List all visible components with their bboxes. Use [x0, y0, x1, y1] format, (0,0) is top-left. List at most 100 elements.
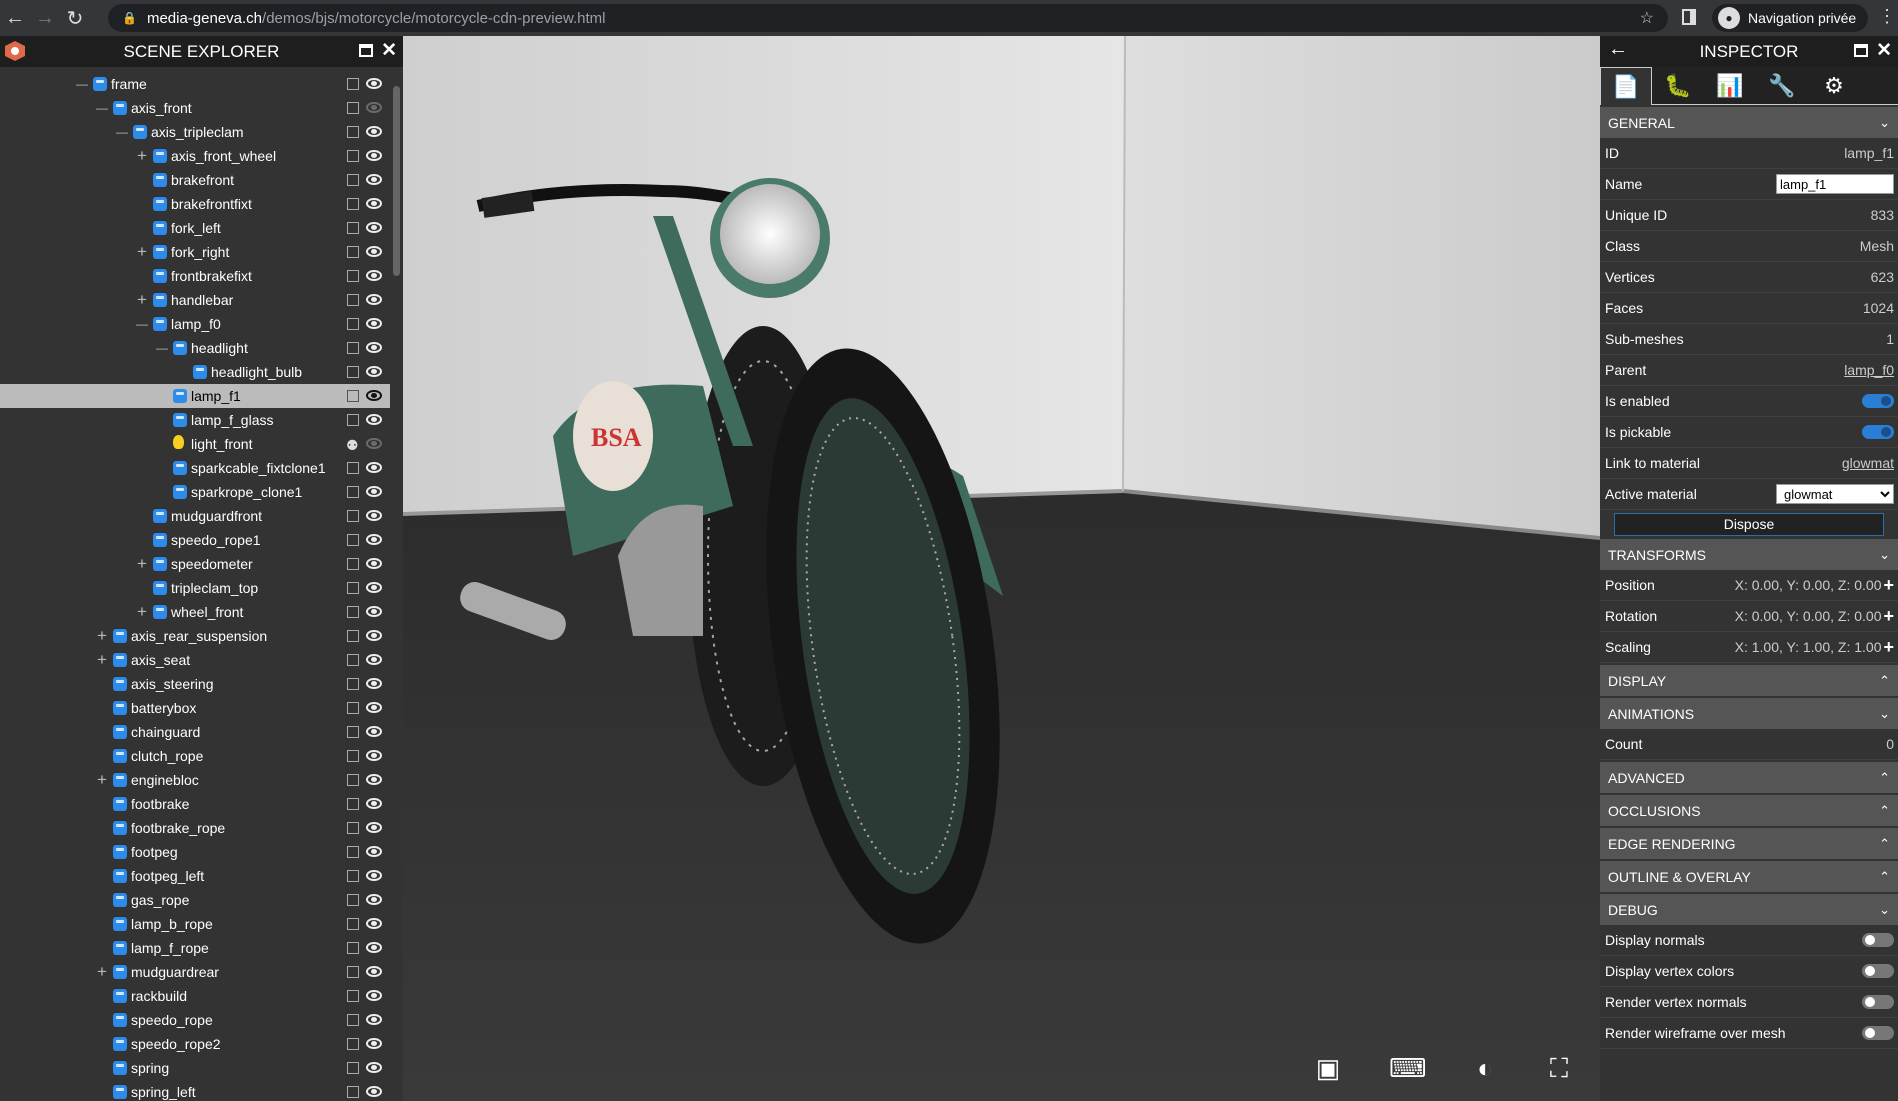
tree-item[interactable]: footpeg_left [0, 864, 390, 888]
eye-icon[interactable] [366, 342, 382, 353]
expand-icon[interactable]: + [95, 960, 109, 984]
eye-icon[interactable] [366, 846, 382, 857]
forward-icon[interactable]: → [30, 7, 60, 30]
expand-icon[interactable]: + [135, 600, 149, 624]
bounding-box-checkbox[interactable] [347, 246, 359, 258]
eye-icon[interactable] [366, 606, 382, 617]
tree-item[interactable]: + enginebloc [0, 768, 390, 792]
eye-icon[interactable] [366, 366, 382, 377]
tree-item[interactable]: + mudguardrear [0, 960, 390, 984]
eye-icon[interactable] [366, 558, 382, 569]
expand-icon[interactable]: + [95, 768, 109, 792]
tree-item[interactable]: lamp_f_glass [0, 408, 390, 432]
bounding-box-checkbox[interactable] [347, 846, 359, 858]
bounding-box-checkbox[interactable] [347, 918, 359, 930]
eye-icon[interactable] [366, 294, 382, 305]
bounding-box-checkbox[interactable] [347, 150, 359, 162]
collapse-icon[interactable]: — [115, 120, 129, 144]
bounding-box-checkbox[interactable] [347, 78, 359, 90]
bounding-box-checkbox[interactable] [347, 318, 359, 330]
eye-icon[interactable] [366, 750, 382, 761]
eye-icon[interactable] [366, 150, 382, 161]
bounding-box-checkbox[interactable] [347, 1014, 359, 1026]
back-arrow-icon[interactable]: ← [1608, 38, 1628, 61]
bounding-box-checkbox[interactable] [347, 654, 359, 666]
section-edge-rendering[interactable]: EDGE RENDERING ⌃ [1600, 828, 1898, 859]
bounding-box-checkbox[interactable] [347, 822, 359, 834]
bookmark-star-icon[interactable]: ☆ [1640, 8, 1654, 28]
address-bar[interactable]: 🔒 media-geneva.ch/demos/bjs/motorcycle/m… [108, 4, 1668, 32]
render-canvas[interactable]: BSA ▣ ⌨ ◐ ⛶ [403, 36, 1600, 1101]
back-icon[interactable]: ← [0, 7, 30, 30]
bounding-box-checkbox[interactable] [347, 366, 359, 378]
settings-icon[interactable]: ⚙ [1808, 67, 1860, 105]
bounding-box-checkbox[interactable] [347, 222, 359, 234]
tree-item[interactable]: batterybox [0, 696, 390, 720]
eye-icon[interactable] [366, 894, 382, 905]
popout-icon[interactable] [359, 44, 373, 57]
debug-toggle[interactable] [1862, 964, 1894, 978]
tree-item[interactable]: + handlebar [0, 288, 390, 312]
tree-item[interactable]: speedo_rope2 [0, 1032, 390, 1056]
expand-icon[interactable]: + [135, 240, 149, 264]
bounding-box-checkbox[interactable] [347, 630, 359, 642]
expand-icon[interactable]: + [135, 144, 149, 168]
tree-item[interactable]: spring_left [0, 1080, 390, 1101]
tools-icon[interactable]: 🔧 [1756, 67, 1808, 105]
eye-icon[interactable] [366, 582, 382, 593]
debug-icon[interactable]: 🐛 [1652, 67, 1704, 105]
tree-item[interactable]: brakefront [0, 168, 390, 192]
expand-icon[interactable]: + [135, 288, 149, 312]
fullscreen-icon[interactable]: ⛶ [1542, 1053, 1576, 1083]
bounding-box-checkbox[interactable] [347, 990, 359, 1002]
light-toggle-icon[interactable]: ⚉ [346, 433, 359, 457]
eye-icon[interactable] [366, 966, 382, 977]
section-transforms[interactable]: TRANSFORMS ⌄ [1600, 539, 1898, 570]
debug-toggle[interactable] [1862, 995, 1894, 1009]
bounding-box-checkbox[interactable] [347, 174, 359, 186]
collapse-icon[interactable]: — [95, 96, 109, 120]
eye-icon[interactable] [366, 414, 382, 425]
tree-item[interactable]: tripleclam_top [0, 576, 390, 600]
eye-icon[interactable] [366, 462, 382, 473]
screenshot-icon[interactable]: ▣ [1311, 1053, 1345, 1083]
debug-toggle[interactable] [1862, 933, 1894, 947]
section-general[interactable]: GENERAL ⌄ [1600, 107, 1898, 138]
tree-item[interactable]: footpeg [0, 840, 390, 864]
tree-item[interactable]: — lamp_f0 [0, 312, 390, 336]
tree-item[interactable]: light_front ⚉ [0, 432, 390, 456]
bounding-box-checkbox[interactable] [347, 726, 359, 738]
eye-icon[interactable] [366, 246, 382, 257]
eye-icon[interactable] [366, 990, 382, 1001]
debug-toggle[interactable] [1862, 1026, 1894, 1040]
tree-item[interactable]: headlight_bulb [0, 360, 390, 384]
eye-icon[interactable] [366, 774, 382, 785]
tree-item[interactable]: footbrake_rope [0, 816, 390, 840]
bounding-box-checkbox[interactable] [347, 1062, 359, 1074]
bounding-box-checkbox[interactable] [347, 678, 359, 690]
private-mode-badge[interactable]: ● Navigation privée [1712, 4, 1869, 32]
eye-icon[interactable] [366, 1014, 382, 1025]
contrast-icon[interactable]: ◐ [1468, 1053, 1502, 1083]
bounding-box-checkbox[interactable] [347, 198, 359, 210]
bounding-box-checkbox[interactable] [347, 1086, 359, 1098]
tree-item[interactable]: + wheel_front [0, 600, 390, 624]
bounding-box-checkbox[interactable] [347, 750, 359, 762]
scrollbar[interactable] [393, 86, 400, 276]
keyboard-icon[interactable]: ⌨ [1389, 1053, 1427, 1083]
dispose-button[interactable]: Dispose [1614, 513, 1884, 536]
eye-icon[interactable] [366, 630, 382, 641]
expand-plus-icon[interactable]: + [1883, 637, 1894, 658]
popout-icon[interactable] [1854, 44, 1868, 57]
eye-icon[interactable] [366, 870, 382, 881]
collapse-icon[interactable]: — [155, 336, 169, 360]
close-icon[interactable]: ✕ [1876, 39, 1892, 62]
eye-icon[interactable] [366, 486, 382, 497]
eye-icon[interactable] [366, 222, 382, 233]
tree-item[interactable]: + axis_rear_suspension [0, 624, 390, 648]
bounding-box-checkbox[interactable] [347, 894, 359, 906]
eye-icon[interactable] [366, 390, 382, 401]
expand-icon[interactable]: + [95, 648, 109, 672]
expand-icon[interactable]: + [95, 624, 109, 648]
tree-item[interactable]: chainguard [0, 720, 390, 744]
